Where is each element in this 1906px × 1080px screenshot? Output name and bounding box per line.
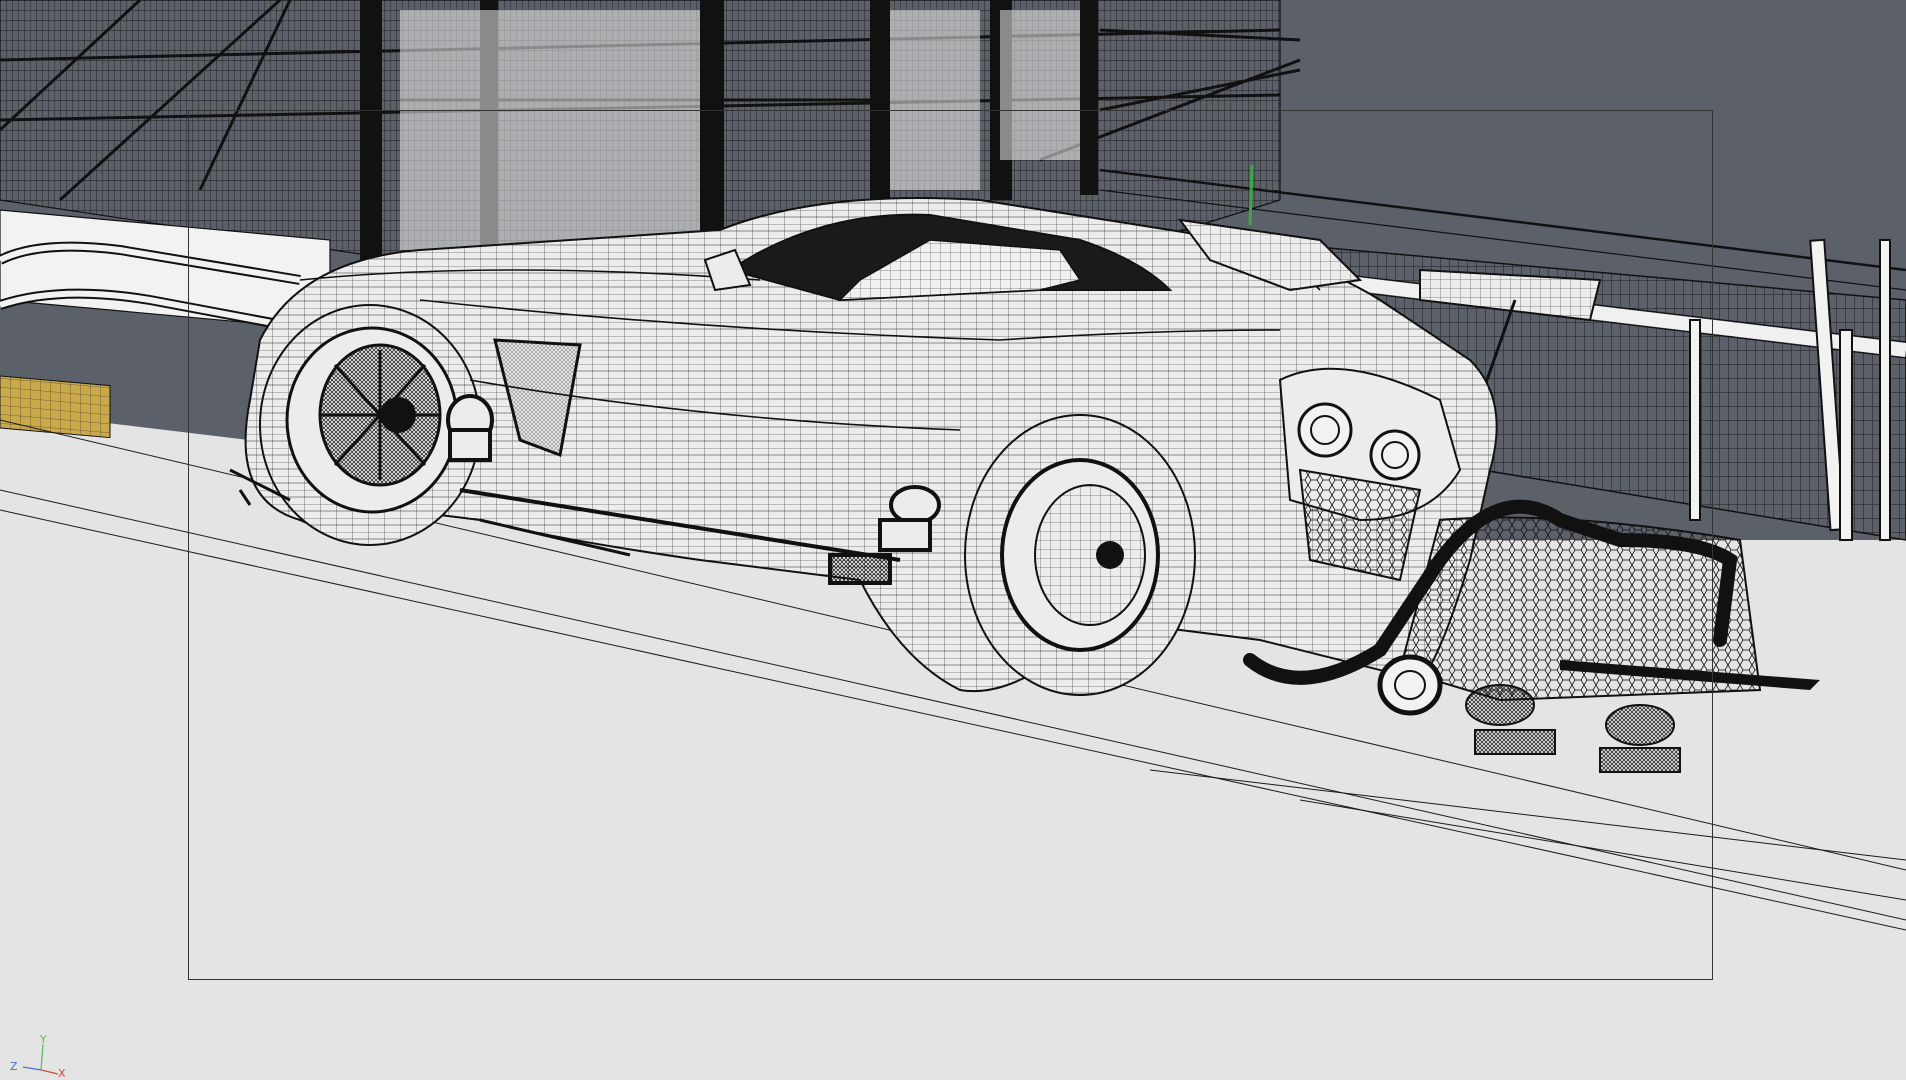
tail-light bbox=[1297, 402, 1353, 458]
axis-y-label: Y bbox=[40, 1033, 47, 1046]
axis-x-label: X bbox=[58, 1067, 66, 1080]
yellow-sign bbox=[0, 376, 110, 438]
rear-wheel bbox=[964, 414, 1196, 696]
light-panels bbox=[1000, 10, 1080, 160]
transform-handle-y[interactable] bbox=[1248, 164, 1254, 226]
3d-viewport[interactable]: Y Z X bbox=[0, 0, 1906, 1080]
light-panels bbox=[890, 10, 980, 190]
axis-z-line bbox=[22, 1066, 42, 1071]
light-panels bbox=[400, 10, 700, 250]
tail-light bbox=[1369, 429, 1421, 481]
axis-y-line bbox=[40, 1043, 44, 1071]
wireframe-scene[interactable] bbox=[0, 0, 1906, 1080]
axis-z-label: Z bbox=[10, 1060, 18, 1073]
axis-x-line bbox=[40, 1069, 59, 1075]
axis-gizmo: Y Z X bbox=[6, 1030, 66, 1080]
